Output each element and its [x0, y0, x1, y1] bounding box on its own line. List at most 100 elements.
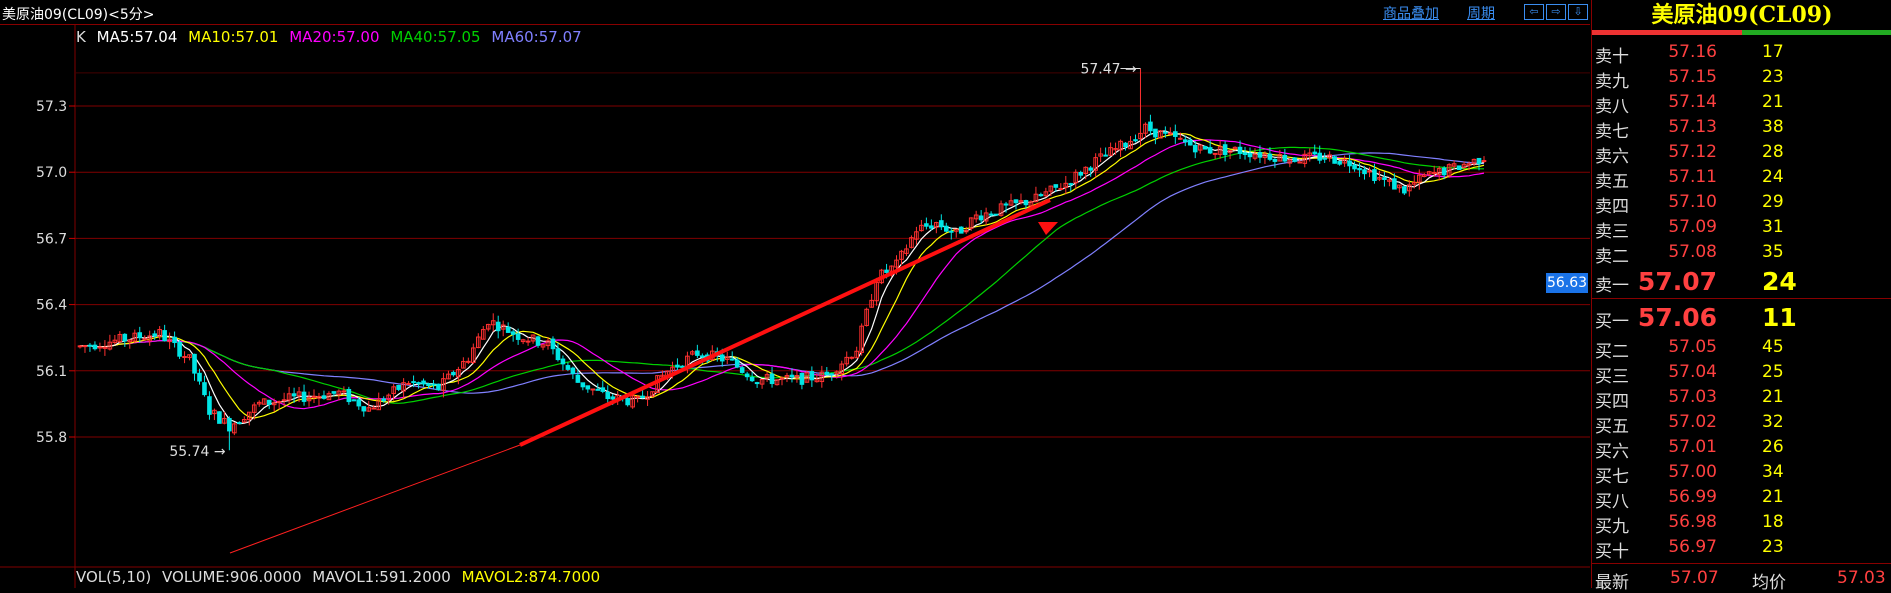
candle [774, 379, 780, 386]
candle [301, 384, 307, 406]
candle-body [585, 385, 591, 390]
bid-row[interactable]: 买六 57.01 26 [1592, 435, 1891, 462]
ask-row[interactable]: 卖五 57.11 24 [1592, 165, 1891, 192]
ask-row[interactable]: 卖一 57.07 24 [1592, 267, 1891, 296]
candle-body [301, 391, 307, 402]
candle-body [1212, 152, 1218, 155]
candle [1038, 192, 1044, 197]
candle-body [466, 360, 471, 363]
candle-body [580, 382, 586, 388]
candle-body [943, 225, 949, 232]
ask-row[interactable]: 卖七 57.13 38 [1592, 115, 1891, 142]
candle [87, 343, 93, 352]
ask-row[interactable]: 卖二 57.08 35 [1592, 240, 1891, 267]
bid-row[interactable]: 买七 57.00 34 [1592, 460, 1891, 487]
nav-left-button[interactable]: ⇦ [1524, 4, 1544, 20]
candle-body [197, 372, 202, 382]
candle-body [451, 371, 456, 376]
candlestick-chart[interactable]: 57.3 57.0 56.7 56.4 56.1 55.8 57.47 → 55.74 → [0, 25, 1590, 588]
current-price-tag: 56.63 [1546, 273, 1588, 293]
candle [177, 339, 182, 359]
candle [1043, 187, 1049, 198]
candle-body [1402, 186, 1407, 194]
candle-body [152, 333, 157, 337]
candle [1287, 158, 1293, 168]
candle-body [182, 356, 187, 359]
candle [968, 217, 974, 231]
candle [844, 351, 850, 367]
ask-label: 卖四 [1595, 197, 1629, 217]
candle [864, 307, 869, 327]
ask-row[interactable]: 卖三 57.09 31 [1592, 215, 1891, 242]
nav-down-button[interactable]: ⇩ [1568, 4, 1588, 20]
candle-body [924, 223, 929, 227]
candle-body [824, 371, 830, 376]
candle-body [1247, 152, 1253, 158]
overlay-link[interactable]: 商品叠加 [1383, 3, 1439, 23]
candle-body [1476, 157, 1482, 165]
bid-price: 57.01 [1668, 437, 1717, 457]
y-tick-label: 56.1 [36, 364, 67, 380]
bid-row[interactable]: 买五 57.02 32 [1592, 410, 1891, 437]
bid-row[interactable]: 买十 56.97 23 [1592, 535, 1891, 562]
candle [520, 338, 526, 345]
candle [466, 357, 471, 364]
bid-row[interactable]: 买八 56.99 21 [1592, 485, 1891, 512]
candle [914, 226, 919, 245]
candle [182, 351, 187, 364]
candle-body [1367, 170, 1372, 173]
candle-body [1332, 156, 1337, 164]
bid-row[interactable]: 买一 57.06 11 [1592, 303, 1891, 332]
high-marker-label: 57.47 → [1080, 61, 1137, 77]
ask-row[interactable]: 卖九 57.15 23 [1592, 65, 1891, 92]
candle [1282, 148, 1288, 164]
bid-row[interactable]: 买四 57.03 21 [1592, 385, 1891, 412]
bid-qty: 25 [1762, 362, 1784, 382]
bid-label: 买一 [1595, 312, 1629, 332]
candle-body [769, 373, 775, 385]
ask-row[interactable]: 卖八 57.14 21 [1592, 90, 1891, 117]
candle [202, 375, 207, 397]
candle [924, 217, 929, 230]
ask-price: 57.15 [1668, 67, 1717, 87]
candle-body [809, 371, 815, 381]
ask-row[interactable]: 卖四 57.10 29 [1592, 190, 1891, 217]
nav-right-button[interactable]: ⇨ [1546, 4, 1566, 20]
bid-price: 56.99 [1668, 487, 1717, 507]
candle-body [640, 395, 645, 399]
candle [934, 221, 939, 234]
candle-body [87, 344, 93, 347]
ask-row[interactable]: 卖六 57.12 28 [1592, 140, 1891, 167]
candle [346, 386, 352, 405]
candle-body [1237, 146, 1243, 154]
candle-body [122, 333, 128, 342]
ask-row[interactable]: 卖十 57.16 17 [1592, 40, 1891, 67]
ma40-label: MA40:57.05 [390, 28, 481, 46]
bid-qty: 26 [1762, 437, 1784, 457]
last-price-row: 最新 57.07 均价 57.03 [1592, 566, 1891, 593]
candle [540, 343, 546, 351]
period-link[interactable]: 周期 [1467, 3, 1495, 23]
bid-row[interactable]: 买二 57.05 45 [1592, 335, 1891, 362]
bid-row[interactable]: 买三 57.04 25 [1592, 360, 1891, 387]
candle [396, 384, 401, 392]
candle-body [1148, 121, 1153, 132]
candle [1292, 157, 1298, 163]
candle-body [734, 359, 740, 368]
candle-body [1068, 183, 1074, 186]
trend-arrow-line [519, 198, 1051, 447]
candle [1058, 183, 1064, 190]
avg-value: 57.03 [1837, 568, 1886, 588]
chart-annotations: 57.47 → 55.74 → [169, 61, 1141, 554]
candle-body [361, 406, 367, 412]
candle [326, 391, 332, 401]
candle [406, 380, 411, 385]
bid-row[interactable]: 买九 56.98 18 [1592, 510, 1891, 537]
candle [1113, 142, 1118, 155]
candle [1407, 180, 1412, 197]
candle-body [411, 381, 416, 384]
candle-body [1392, 178, 1397, 190]
candle [695, 344, 700, 359]
candle-body [555, 348, 561, 361]
candle [311, 389, 317, 403]
